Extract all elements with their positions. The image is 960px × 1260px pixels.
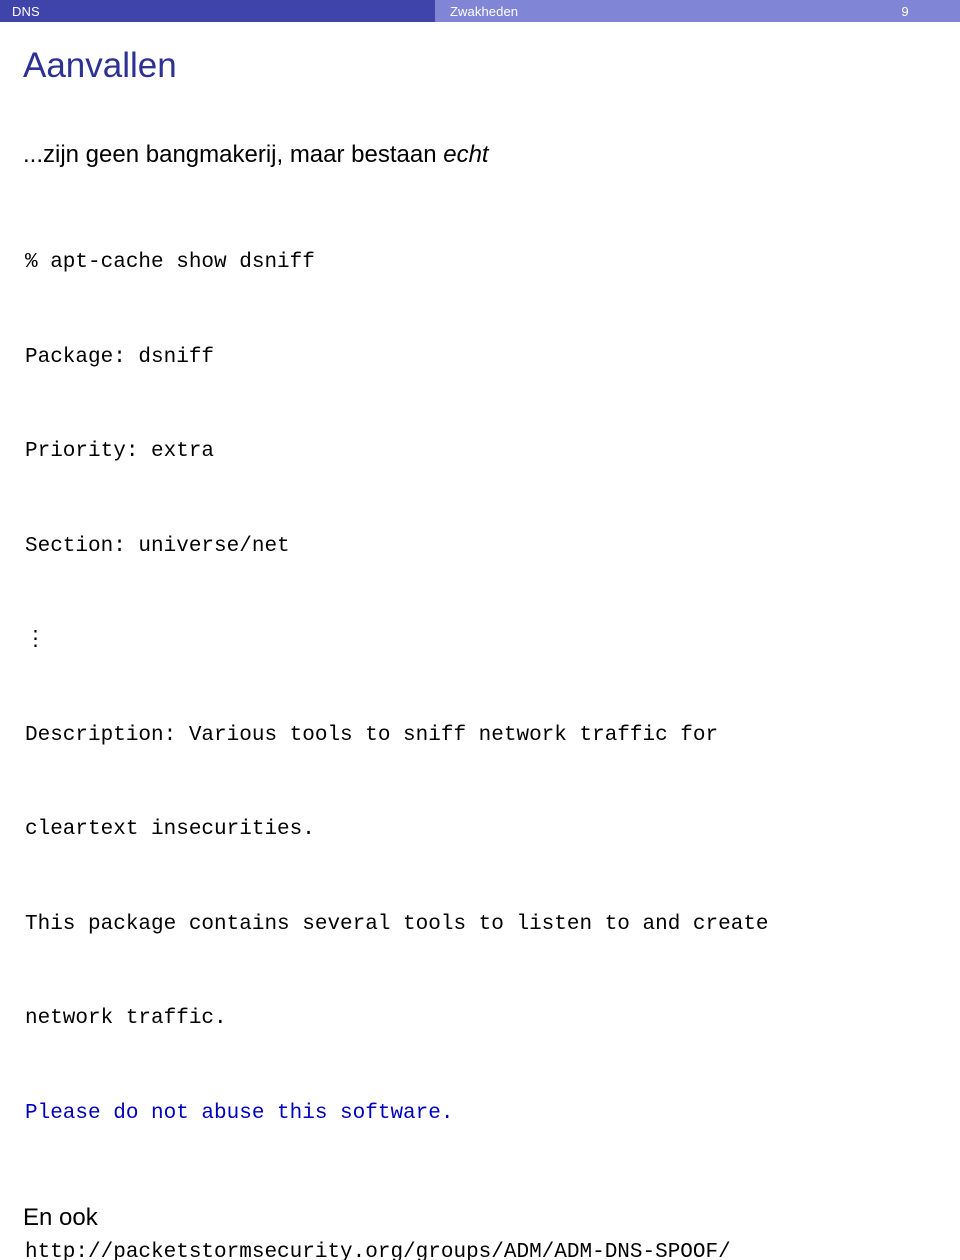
presentation-slide: DNS Zwakheden 9 Aanvallen ...zijn geen b… bbox=[0, 0, 960, 1260]
headline-subsection-segment[interactable]: Zwakheden 9 bbox=[435, 0, 960, 22]
verbatim-line: Package: dsniff bbox=[25, 345, 215, 369]
slide-body: ...zijn geen bangmakerij, maar bestaan e… bbox=[0, 140, 960, 1260]
lead-sentence-emphasis: echt bbox=[443, 141, 489, 168]
headline-section-segment[interactable]: DNS bbox=[0, 0, 435, 22]
verbatim-line: Priority: extra bbox=[25, 440, 215, 463]
tail-sentence: En ook bbox=[23, 1204, 98, 1231]
verbatim-line-highlighted: Please do not abuse this software. bbox=[25, 1101, 454, 1125]
verbatim-line: % apt-cache show dsniff bbox=[25, 251, 315, 274]
lead-sentence: ...zijn geen bangmakerij, maar bestaan e… bbox=[0, 140, 960, 170]
verbatim-line: Section: universe/net bbox=[25, 534, 290, 558]
verbatim-line: This package contains several tools to l… bbox=[25, 912, 769, 936]
beamer-headline-bar: DNS Zwakheden 9 bbox=[0, 0, 960, 22]
headline-subsection-label: Zwakheden bbox=[450, 3, 519, 19]
verbatim-block: % apt-cache show dsniff Package: dsniff … bbox=[0, 184, 960, 1192]
tail-block: En ook http://packetstormsecurity.org/gr… bbox=[0, 1202, 960, 1260]
verbatim-line: Description: Various tools to sniff netw… bbox=[25, 723, 719, 747]
slide-page-number: 9 bbox=[901, 3, 909, 19]
lead-sentence-prefix: ...zijn geen bangmakerij, maar bestaan bbox=[23, 141, 444, 168]
verbatim-line: network traffic. bbox=[25, 1007, 227, 1030]
headline-section-label: DNS bbox=[12, 3, 40, 19]
frame-title: Aanvallen bbox=[23, 46, 177, 85]
reference-url[interactable]: http://packetstormsecurity.org/groups/AD… bbox=[23, 1238, 960, 1260]
verbatim-line: cleartext insecurities. bbox=[25, 818, 315, 841]
